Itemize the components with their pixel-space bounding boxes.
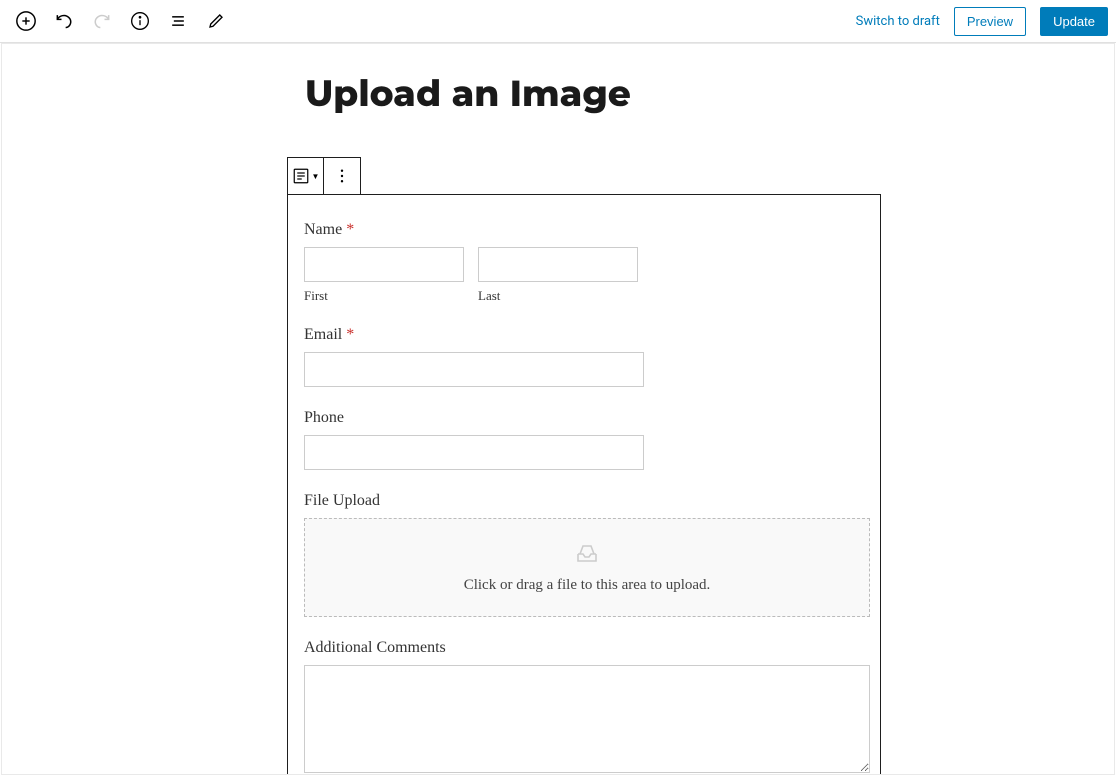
comments-label: Additional Comments	[304, 639, 864, 657]
file-upload-field: File Upload Click or drag a file to this…	[304, 492, 864, 617]
toolbar-left	[8, 3, 234, 39]
preview-button[interactable]: Preview	[954, 7, 1026, 36]
inbox-icon	[573, 541, 601, 569]
last-name-col: Last	[478, 247, 638, 304]
more-vertical-icon	[333, 167, 351, 185]
form-icon	[292, 167, 310, 185]
required-marker: *	[346, 221, 354, 238]
comments-field: Additional Comments	[304, 639, 864, 775]
required-marker: *	[346, 326, 354, 343]
switch-to-draft-link[interactable]: Switch to draft	[856, 14, 940, 29]
add-block-button[interactable]	[8, 3, 44, 39]
update-button[interactable]: Update	[1040, 7, 1108, 36]
block-type-button[interactable]: ▼	[288, 158, 324, 194]
file-dropzone[interactable]: Click or drag a file to this area to upl…	[304, 518, 870, 617]
pencil-icon	[207, 12, 225, 30]
redo-icon	[92, 11, 112, 31]
phone-label: Phone	[304, 409, 864, 427]
list-icon	[168, 11, 188, 31]
first-name-input[interactable]	[304, 247, 464, 282]
email-input[interactable]	[304, 352, 644, 387]
undo-button[interactable]	[46, 3, 82, 39]
first-name-col: First	[304, 247, 464, 304]
plus-circle-icon	[15, 10, 37, 32]
chevron-down-icon: ▼	[312, 172, 320, 181]
info-icon	[130, 11, 150, 31]
name-label-text: Name	[304, 221, 342, 238]
phone-field: Phone	[304, 409, 864, 470]
email-label-text: Email	[304, 326, 342, 343]
name-field: Name * First Last	[304, 221, 864, 304]
form-block-wrapper: ▼ Name * First Last	[287, 156, 881, 775]
phone-input[interactable]	[304, 435, 644, 470]
edit-button[interactable]	[198, 3, 234, 39]
name-row: First Last	[304, 247, 864, 304]
editor-canvas: Upload an Image ▼ Name * First	[1, 43, 1115, 775]
comments-textarea[interactable]	[304, 665, 870, 773]
form-block[interactable]: Name * First Last Email *	[287, 194, 881, 775]
redo-button[interactable]	[84, 3, 120, 39]
editor-top-bar: Switch to draft Preview Update	[0, 0, 1116, 43]
upload-hint-text: Click or drag a file to this area to upl…	[305, 577, 869, 594]
last-name-input[interactable]	[478, 247, 638, 282]
first-name-sublabel: First	[304, 288, 464, 304]
info-button[interactable]	[122, 3, 158, 39]
undo-icon	[54, 11, 74, 31]
name-label: Name *	[304, 221, 864, 239]
outline-button[interactable]	[160, 3, 196, 39]
file-upload-label: File Upload	[304, 492, 864, 510]
page-title[interactable]: Upload an Image	[305, 72, 1114, 116]
block-more-button[interactable]	[324, 158, 360, 194]
last-name-sublabel: Last	[478, 288, 638, 304]
toolbar-right: Switch to draft Preview Update	[856, 7, 1108, 36]
block-toolbar: ▼	[287, 157, 361, 195]
email-field: Email *	[304, 326, 864, 387]
email-label: Email *	[304, 326, 864, 344]
